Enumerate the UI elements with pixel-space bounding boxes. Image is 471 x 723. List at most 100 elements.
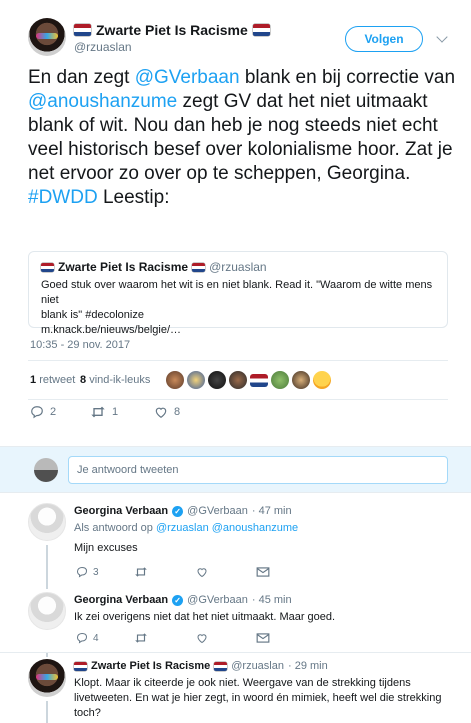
tweet-header: Zwarte Piet Is Racisme @rzuaslan Volgen bbox=[0, 0, 471, 70]
reply-button[interactable]: 4 bbox=[76, 632, 99, 644]
reply-input[interactable]: Je antwoord tweeten bbox=[68, 456, 448, 484]
netherlands-flag-icon bbox=[74, 24, 91, 36]
reply-header: Georgina Verbaan ✓ @GVerbaan · 47 min bbox=[74, 505, 292, 517]
heart-icon bbox=[197, 634, 207, 644]
like-button[interactable] bbox=[196, 566, 208, 578]
netherlands-flag-icon bbox=[192, 262, 206, 272]
heart-icon bbox=[155, 407, 167, 418]
message-button[interactable] bbox=[256, 566, 270, 578]
avatar bbox=[34, 458, 58, 482]
liker-avatar[interactable] bbox=[292, 371, 310, 389]
tweet-text-segment: En dan zegt bbox=[28, 67, 135, 88]
quote-text: Goed stuk over waarom het wit is en niet… bbox=[41, 278, 441, 338]
reply-time[interactable]: · 47 min bbox=[252, 505, 292, 517]
reply-author-name[interactable]: Georgina Verbaan bbox=[74, 505, 168, 517]
avatar[interactable] bbox=[28, 503, 66, 541]
avatar[interactable] bbox=[28, 659, 66, 697]
reply-text-line: toch? bbox=[74, 707, 101, 719]
heart-icon bbox=[197, 568, 207, 578]
tweet-text-link[interactable]: @anoushanzume bbox=[28, 91, 177, 112]
liker-avatar[interactable] bbox=[313, 371, 331, 389]
quote-link[interactable]: m.knack.be/nieuws/belgie/… bbox=[41, 323, 441, 338]
liker-avatar[interactable] bbox=[250, 374, 268, 387]
netherlands-flag-icon bbox=[214, 661, 228, 671]
reply-author-handle[interactable]: @GVerbaan bbox=[187, 505, 248, 517]
reply-to: Als antwoord op @rzuaslan @anoushanzume bbox=[74, 522, 298, 534]
reply-count: 2 bbox=[50, 406, 57, 418]
tweet-stats: 1 retweet 8 vind-ik-leuks bbox=[28, 360, 448, 400]
liker-avatar[interactable] bbox=[208, 371, 226, 389]
retweet-count: 1 bbox=[112, 406, 119, 418]
reply-icon bbox=[76, 632, 88, 644]
mail-icon bbox=[256, 567, 270, 577]
liker-avatar[interactable] bbox=[187, 371, 205, 389]
liker-avatar[interactable] bbox=[271, 371, 289, 389]
message-button[interactable] bbox=[256, 632, 270, 644]
like-button[interactable] bbox=[196, 632, 208, 644]
quote-text-line: blank is" #decolonize bbox=[41, 309, 144, 321]
reply-actions: 3 bbox=[74, 566, 374, 582]
netherlands-flag-icon bbox=[252, 24, 270, 36]
reply-icon bbox=[31, 406, 43, 419]
retweet-button[interactable] bbox=[134, 632, 148, 644]
reply-button[interactable]: 3 bbox=[76, 566, 99, 578]
verified-icon: ✓ bbox=[172, 594, 184, 606]
reply-author-handle[interactable]: @GVerbaan bbox=[187, 594, 248, 606]
retweets-count: 1 bbox=[30, 374, 37, 386]
tweet-text: En dan zegt @GVerbaan blank en bij corre… bbox=[28, 66, 458, 210]
reply-text: Ik zei overigens niet dat het niet uitma… bbox=[74, 611, 336, 623]
quote-header: Zwarte Piet Is Racisme @rzuaslan bbox=[41, 260, 267, 274]
likes-count: 8 bbox=[80, 374, 87, 386]
reply-button[interactable]: 2 bbox=[30, 405, 56, 419]
list-item[interactable]: Georgina Verbaan ✓ @GVerbaan · 45 min Ik… bbox=[0, 588, 471, 650]
quote-author-handle: @rzuaslan bbox=[209, 260, 267, 274]
author-handle[interactable]: @rzuaslan bbox=[74, 40, 132, 54]
quoted-tweet[interactable]: Zwarte Piet Is Racisme @rzuaslan Goed st… bbox=[28, 251, 448, 336]
author-name[interactable]: Zwarte Piet Is Racisme bbox=[96, 22, 248, 38]
reply-text-line: Klopt. Maar ik citeerde je ook niet. Wee… bbox=[74, 677, 411, 689]
retweet-button[interactable] bbox=[134, 566, 148, 578]
liker-avatar[interactable] bbox=[166, 371, 184, 389]
reply-icon bbox=[76, 566, 88, 578]
likes-stat[interactable]: 8 vind-ik-leuks bbox=[80, 374, 150, 386]
mail-icon bbox=[256, 633, 270, 643]
retweets-stat[interactable]: 1 retweet bbox=[30, 374, 75, 386]
thread-line bbox=[46, 653, 48, 657]
reply-time[interactable]: · 45 min bbox=[252, 594, 292, 606]
avatar[interactable] bbox=[28, 18, 66, 56]
caret-down-icon[interactable] bbox=[436, 31, 448, 43]
likes-label: vind-ik-leuks bbox=[89, 374, 151, 386]
tweet-text-link[interactable]: #DWDD bbox=[28, 187, 98, 208]
reply-time[interactable]: · 29 min bbox=[288, 660, 328, 672]
reply-count: 3 bbox=[93, 566, 99, 578]
author-name-row[interactable]: Zwarte Piet Is Racisme bbox=[74, 22, 270, 38]
reply-to-handles[interactable]: @rzuaslan @anoushanzume bbox=[156, 522, 298, 534]
avatar[interactable] bbox=[28, 592, 66, 630]
reply-header: Zwarte Piet Is Racisme @rzuaslan · 29 mi… bbox=[74, 660, 328, 672]
reply-actions: 4 bbox=[74, 632, 374, 648]
like-count: 8 bbox=[174, 406, 181, 418]
reply-author-handle[interactable]: @rzuaslan bbox=[231, 660, 284, 672]
reply-composer: Je antwoord tweeten bbox=[0, 446, 471, 492]
tweet-text-link[interactable]: @GVerbaan bbox=[135, 67, 240, 88]
reply-author-name[interactable]: Georgina Verbaan bbox=[74, 594, 168, 606]
list-item[interactable]: Zwarte Piet Is Racisme @rzuaslan · 29 mi… bbox=[0, 652, 471, 723]
thread-line bbox=[46, 701, 48, 723]
tweet-text-segment: blank en bij correctie van bbox=[239, 67, 456, 88]
tweet-timestamp[interactable]: 10:35 - 29 nov. 2017 bbox=[30, 339, 130, 351]
reply-text-line: livetweeten. En wat je hier zegt, in woo… bbox=[74, 692, 442, 704]
tweet-actions: 2 1 8 bbox=[28, 405, 328, 425]
list-item[interactable]: Georgina Verbaan ✓ @GVerbaan · 47 min Al… bbox=[0, 492, 471, 589]
follow-button[interactable]: Volgen bbox=[345, 26, 423, 52]
retweet-button[interactable]: 1 bbox=[90, 405, 118, 419]
liker-avatar[interactable] bbox=[229, 371, 247, 389]
like-button[interactable]: 8 bbox=[154, 405, 180, 419]
reply-header: Georgina Verbaan ✓ @GVerbaan · 45 min bbox=[74, 594, 292, 606]
netherlands-flag-icon bbox=[74, 661, 87, 671]
reply-author-name[interactable]: Zwarte Piet Is Racisme bbox=[91, 660, 210, 672]
retweet-icon bbox=[91, 406, 105, 418]
retweets-label: retweet bbox=[39, 374, 76, 386]
likers-avatars bbox=[166, 371, 331, 389]
quote-author-name: Zwarte Piet Is Racisme bbox=[58, 260, 189, 274]
reply-to-prefix: Als antwoord op bbox=[74, 522, 153, 534]
